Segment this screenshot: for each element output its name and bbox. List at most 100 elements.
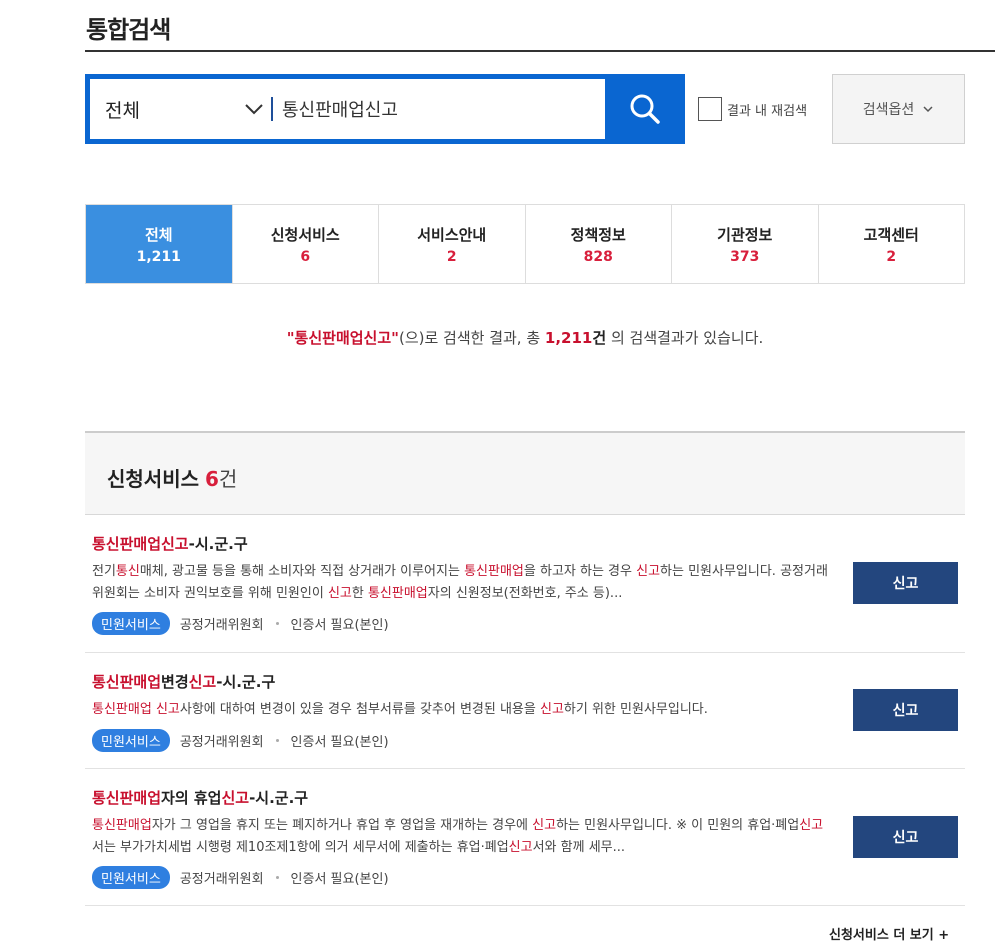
text-segment: 자의 신원정보(전화번호, 주소 등)... bbox=[427, 586, 623, 601]
tab-count: 373 bbox=[730, 248, 760, 265]
summary-total: 1,211 bbox=[544, 329, 593, 347]
result-title[interactable]: 통신판매업변경신고-시.군.구 bbox=[92, 671, 275, 692]
tab-count: 828 bbox=[583, 248, 613, 265]
summary-text: (으)로 검색한 결과, 총 bbox=[398, 329, 545, 347]
section-header: 신청서비스 6건 bbox=[85, 431, 965, 515]
result-item: 통신판매업자의 휴업신고-시.군.구 통신판매업자가 그 영업을 휴지 또는 폐… bbox=[85, 769, 965, 906]
service-badge: 민원서비스 bbox=[92, 729, 170, 752]
keyword-highlight: 통신판매업 bbox=[92, 818, 152, 833]
result-item: 통신판매업변경신고-시.군.구 통신판매업 신고사항에 대하여 변경이 있을 경… bbox=[85, 653, 965, 769]
result-meta: 민원서비스 공정거래위원회 인증서 필요(본인) bbox=[92, 612, 389, 635]
text-segment: 하는 민원사무입니다. ※ 이 민원의 휴업·폐업 bbox=[556, 818, 800, 833]
text-segment: -시.군.구 bbox=[249, 789, 309, 807]
result-description: 통신판매업 신고사항에 대하여 변경이 있을 경우 첨부서류를 갖추어 변경된 … bbox=[92, 699, 834, 721]
tab-label: 고객센터 bbox=[863, 225, 919, 244]
keyword-highlight: 통신판매업 bbox=[92, 673, 162, 691]
research-within-results[interactable]: 결과 내 재검색 bbox=[698, 97, 807, 121]
report-button[interactable]: 신고 bbox=[853, 562, 958, 604]
summary-text-end: 의 검색결과가 있습니다. bbox=[606, 329, 764, 347]
result-meta: 민원서비스 공정거래위원회 인증서 필요(본인) bbox=[92, 866, 389, 889]
tab-customer-center[interactable]: 고객센터 2 bbox=[817, 205, 965, 283]
keyword-highlight: 통신판매업 bbox=[92, 789, 162, 807]
keyword-highlight: 신고 bbox=[636, 564, 661, 579]
keyword-highlight: 통신판매업 bbox=[367, 586, 428, 601]
tab-label: 기관정보 bbox=[717, 225, 773, 244]
tab-label: 정책정보 bbox=[570, 225, 626, 244]
service-badge: 민원서비스 bbox=[92, 612, 170, 635]
result-description: 전기통신매체, 광고물 등을 통해 소비자와 직접 상거래가 이루어지는 통신판… bbox=[92, 561, 834, 605]
tab-count: 2 bbox=[446, 248, 457, 265]
text-segment: 전기 bbox=[92, 564, 116, 579]
summary-unit: 건 bbox=[592, 329, 607, 347]
page-title: 통합검색 bbox=[86, 16, 171, 44]
result-description: 통신판매업자가 그 영업을 휴지 또는 폐지하거나 휴업 후 영업을 재개하는 … bbox=[92, 815, 834, 859]
tab-label: 전체 bbox=[144, 225, 173, 244]
service-badge: 민원서비스 bbox=[92, 866, 170, 889]
text-cursor bbox=[271, 97, 273, 121]
result-org: 공정거래위원회 bbox=[179, 735, 264, 750]
section-title-text: 신청서비스 bbox=[107, 467, 199, 491]
text-segment: 서는 부가가치세법 시행령 제10조제1항에 의거 세무서에 제출하는 휴업·폐… bbox=[92, 840, 509, 855]
tab-service-guide[interactable]: 서비스안내 2 bbox=[378, 205, 525, 283]
tab-application-services[interactable]: 신청서비스 6 bbox=[231, 205, 379, 283]
section-count: 6 bbox=[205, 467, 219, 491]
text-segment: 매체, 광고물 등을 통해 소비자와 직접 상거래가 이루어지는 bbox=[139, 564, 465, 579]
search-field-wrapper: 전체 bbox=[90, 79, 605, 139]
search-scope-select[interactable]: 전체 bbox=[105, 79, 265, 139]
report-button[interactable]: 신고 bbox=[853, 689, 958, 731]
result-item: 통신판매업신고-시.군.구 전기통신매체, 광고물 등을 통해 소비자와 직접 … bbox=[85, 516, 965, 653]
keyword-highlight: 신고 bbox=[188, 673, 217, 691]
section-title: 신청서비스 6건 bbox=[107, 463, 237, 492]
search-scope-label: 전체 bbox=[105, 99, 140, 122]
result-title[interactable]: 통신판매업자의 휴업신고-시.군.구 bbox=[92, 787, 308, 808]
keyword-highlight: 통신판매업신고 bbox=[92, 535, 189, 553]
keyword-highlight: 통신판매업 bbox=[92, 702, 152, 717]
more-services-link[interactable]: 신청서비스 더 보기 + bbox=[829, 924, 949, 943]
chevron-down-icon bbox=[245, 104, 263, 115]
keyword-highlight: 신고 bbox=[155, 702, 180, 717]
search-icon bbox=[630, 94, 660, 124]
keyword-highlight: 신고 bbox=[508, 840, 533, 855]
text-segment: 한 bbox=[351, 586, 368, 601]
category-tabs: 전체 1,211 신청서비스 6 서비스안내 2 정책정보 828 기관정보 3… bbox=[85, 204, 965, 284]
tab-policy-info[interactable]: 정책정보 828 bbox=[524, 205, 672, 283]
meta-separator bbox=[275, 739, 279, 742]
search-button[interactable] bbox=[605, 74, 685, 144]
keyword-highlight: 신고 bbox=[799, 818, 824, 833]
text-segment: 자의 휴업 bbox=[161, 789, 222, 807]
result-cert: 인증서 필요(본인) bbox=[290, 735, 389, 750]
text-segment: 을 하고자 하는 경우 bbox=[523, 564, 637, 579]
search-options-button[interactable]: 검색옵션 bbox=[832, 74, 965, 144]
title-divider bbox=[85, 50, 995, 52]
result-meta: 민원서비스 공정거래위원회 인증서 필요(본인) bbox=[92, 729, 389, 752]
tab-label: 신청서비스 bbox=[270, 225, 340, 244]
text-segment: -시.군.구 bbox=[188, 535, 248, 553]
text-segment: 서와 함께 세무... bbox=[532, 840, 626, 855]
section-unit: 건 bbox=[218, 467, 238, 491]
keyword-highlight: 신고 bbox=[532, 818, 557, 833]
result-title[interactable]: 통신판매업신고-시.군.구 bbox=[92, 533, 248, 554]
tab-label: 서비스안내 bbox=[417, 225, 487, 244]
research-checkbox[interactable] bbox=[698, 97, 722, 121]
search-options-label: 검색옵션 bbox=[862, 102, 915, 118]
chevron-down-icon bbox=[923, 106, 933, 113]
search-summary: "통신판매업신고"(으)로 검색한 결과, 총 1,211건 의 검색결과가 있… bbox=[85, 327, 965, 348]
search-input[interactable] bbox=[282, 89, 592, 129]
keyword-highlight: 통신 bbox=[115, 564, 140, 579]
text-segment: 하기 위한 민원사무입니다. bbox=[563, 702, 708, 717]
tab-all[interactable]: 전체 1,211 bbox=[86, 205, 232, 283]
search-bar: 전체 bbox=[85, 74, 685, 144]
meta-separator bbox=[275, 622, 279, 625]
meta-separator bbox=[275, 876, 279, 879]
tab-count: 6 bbox=[300, 248, 311, 265]
tab-agency-info[interactable]: 기관정보 373 bbox=[671, 205, 818, 283]
result-org: 공정거래위원회 bbox=[179, 872, 264, 887]
keyword-highlight: 신고 bbox=[327, 586, 352, 601]
keyword-highlight: 통신판매업 bbox=[464, 564, 524, 579]
tab-count: 2 bbox=[886, 248, 897, 265]
summary-query: "통신판매업신고" bbox=[286, 329, 399, 347]
tab-count: 1,211 bbox=[136, 248, 181, 265]
text-segment: 사항에 대하여 변경이 있을 경우 첨부서류를 갖추어 변경된 내용을 bbox=[179, 702, 540, 717]
report-button[interactable]: 신고 bbox=[853, 816, 958, 858]
result-org: 공정거래위원회 bbox=[179, 618, 264, 633]
